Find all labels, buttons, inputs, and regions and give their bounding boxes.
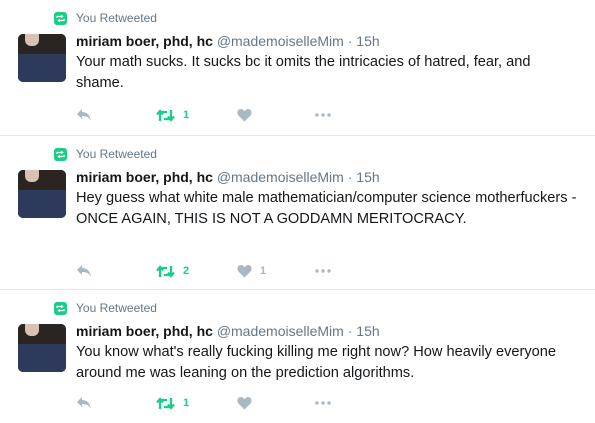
retweet-context: You Retweeted <box>54 301 157 315</box>
tweet-actions: 2 1 <box>76 262 346 280</box>
tweet[interactable]: You Retweeted miriam boer, phd, hc @made… <box>0 0 595 136</box>
tweet-text: You know what's really fucking killing m… <box>76 344 557 381</box>
retweet-context: You Retweeted <box>54 11 157 25</box>
tweet-header: miriam boer, phd, hc @mademoiselleMim · … <box>76 323 380 339</box>
like-icon <box>237 265 252 278</box>
timeline: You Retweeted miriam boer, phd, hc @made… <box>0 0 595 423</box>
like-button[interactable] <box>237 106 260 124</box>
reply-icon <box>77 397 91 409</box>
retweet-badge-icon <box>54 147 67 161</box>
retweet-icon <box>156 264 175 278</box>
more-button[interactable] <box>315 394 331 412</box>
author-name[interactable]: miriam boer, phd, hc <box>76 323 213 339</box>
tweet[interactable]: You Retweeted miriam boer, phd, hc @made… <box>0 136 595 290</box>
retweet-badge-icon <box>54 11 67 25</box>
avatar[interactable] <box>18 34 66 82</box>
timestamp[interactable]: 15h <box>356 323 379 339</box>
reply-icon <box>77 265 91 277</box>
author-handle[interactable]: @mademoiselleMim <box>217 33 344 49</box>
retweet-badge-icon <box>54 301 67 315</box>
retweet-context-label: You Retweeted <box>76 11 157 25</box>
reply-icon <box>77 109 91 121</box>
author-handle[interactable]: @mademoiselleMim <box>217 169 344 185</box>
avatar[interactable] <box>18 170 66 218</box>
separator: · <box>347 33 353 49</box>
more-icon <box>315 269 331 273</box>
tweet-text: Hey guess what white male mathematician/… <box>76 190 577 227</box>
like-icon <box>237 109 252 122</box>
retweet-context-label: You Retweeted <box>76 147 157 161</box>
tweet[interactable]: You Retweeted miriam boer, phd, hc @made… <box>0 290 595 423</box>
tweet-actions: 1 <box>76 394 346 412</box>
like-icon <box>237 397 252 410</box>
tweet-header: miriam boer, phd, hc @mademoiselleMim · … <box>76 169 380 185</box>
retweet-icon <box>156 108 175 122</box>
retweet-context-label: You Retweeted <box>76 301 157 315</box>
more-button[interactable] <box>315 106 331 124</box>
separator: · <box>347 323 353 339</box>
timestamp[interactable]: 15h <box>356 169 379 185</box>
like-button[interactable]: 1 <box>237 262 266 280</box>
tweet-header: miriam boer, phd, hc @mademoiselleMim · … <box>76 33 380 49</box>
author-name[interactable]: miriam boer, phd, hc <box>76 33 213 49</box>
retweet-button[interactable]: 2 <box>156 262 189 280</box>
author-name[interactable]: miriam boer, phd, hc <box>76 169 213 185</box>
reply-button[interactable] <box>76 106 92 124</box>
tweet-actions: 1 <box>76 106 346 124</box>
like-count: 1 <box>260 265 267 277</box>
retweet-count: 1 <box>183 397 190 409</box>
retweet-count: 2 <box>183 265 190 277</box>
retweet-icon <box>156 396 175 410</box>
avatar[interactable] <box>18 324 66 372</box>
timestamp[interactable]: 15h <box>356 33 379 49</box>
retweet-button[interactable]: 1 <box>156 394 189 412</box>
retweet-button[interactable]: 1 <box>156 106 189 124</box>
retweet-context: You Retweeted <box>54 147 157 161</box>
more-icon <box>315 401 331 405</box>
more-icon <box>315 113 331 117</box>
separator: · <box>347 169 353 185</box>
retweet-count: 1 <box>183 109 190 121</box>
author-handle[interactable]: @mademoiselleMim <box>217 323 344 339</box>
tweet-text: Your math sucks. It sucks bc it omits th… <box>76 54 531 91</box>
like-button[interactable] <box>237 394 260 412</box>
more-button[interactable] <box>315 262 331 280</box>
reply-button[interactable] <box>76 262 92 280</box>
reply-button[interactable] <box>76 394 92 412</box>
